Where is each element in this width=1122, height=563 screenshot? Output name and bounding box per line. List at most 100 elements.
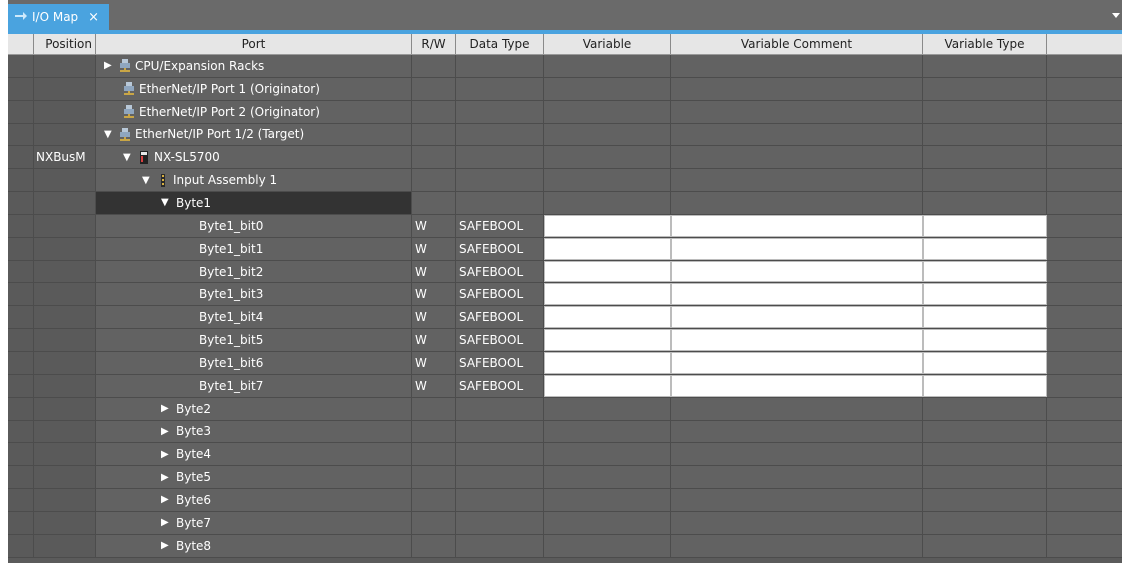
port-cell[interactable]: EtherNet/IP Port 1 (Originator) xyxy=(96,77,412,100)
row-selector[interactable] xyxy=(8,443,34,466)
variable-type-input[interactable] xyxy=(923,214,1047,237)
row-selector[interactable] xyxy=(8,489,34,511)
expand-arrow-icon[interactable]: ▶ xyxy=(104,60,113,71)
tab-list-dropdown-icon[interactable] xyxy=(1112,13,1120,18)
table-row[interactable]: ▶ Byte8 xyxy=(8,534,1122,558)
table-row[interactable]: ▶ Byte3 xyxy=(8,420,1122,444)
table-row[interactable]: ▶ Byte7 xyxy=(8,511,1122,535)
table-row[interactable]: ▶ Byte6 xyxy=(8,489,1122,512)
row-selector[interactable] xyxy=(8,534,34,557)
table-row[interactable]: Byte1_bit7 W SAFEBOOL xyxy=(8,374,1122,398)
header-data-type[interactable]: Data Type xyxy=(456,34,544,54)
variable-type-input[interactable] xyxy=(923,351,1047,374)
expand-arrow-icon[interactable]: ▶ xyxy=(161,494,170,505)
row-selector[interactable] xyxy=(8,77,34,100)
collapse-arrow-icon[interactable]: ▼ xyxy=(123,152,132,163)
expand-arrow-icon[interactable]: ▶ xyxy=(161,540,170,551)
variable-input[interactable] xyxy=(544,260,671,283)
port-cell[interactable]: ▶ Byte7 xyxy=(96,511,412,534)
variable-input[interactable] xyxy=(544,374,671,397)
variable-input[interactable] xyxy=(544,283,671,306)
row-selector[interactable] xyxy=(8,466,34,489)
row-selector[interactable] xyxy=(8,146,34,169)
variable-input[interactable] xyxy=(544,351,671,374)
variable-comment-input[interactable] xyxy=(671,283,923,306)
table-row[interactable]: ▶ CPU/Expansion Racks xyxy=(8,55,1122,78)
variable-input[interactable] xyxy=(544,214,671,237)
header-variable[interactable]: Variable xyxy=(544,34,671,54)
row-selector[interactable] xyxy=(8,283,34,306)
row-selector[interactable] xyxy=(8,55,34,77)
header-port[interactable]: Port xyxy=(96,34,412,54)
port-cell[interactable]: ▼ Byte1 xyxy=(96,192,412,214)
table-row[interactable]: ▼ Input Assembly 1 xyxy=(8,169,1122,193)
variable-comment-input[interactable] xyxy=(671,374,923,397)
variable-type-input[interactable] xyxy=(923,329,1047,351)
port-cell[interactable]: ▼ EtherNet/IP Port 1/2 (Target) xyxy=(96,123,412,146)
port-cell[interactable]: ▶ Byte2 xyxy=(96,397,412,420)
collapse-arrow-icon[interactable]: ▼ xyxy=(142,175,151,186)
table-row[interactable]: ▶ Byte5 xyxy=(8,466,1122,490)
close-icon[interactable]: × xyxy=(88,10,99,25)
table-row[interactable]: ▶ Byte4 xyxy=(8,443,1122,467)
row-selector[interactable] xyxy=(8,100,34,123)
expand-arrow-icon[interactable]: ▶ xyxy=(161,426,170,437)
variable-type-input[interactable] xyxy=(923,306,1047,329)
port-cell[interactable]: ▶ Byte4 xyxy=(96,443,412,466)
port-cell[interactable]: Byte1_bit4 xyxy=(96,306,412,329)
port-cell[interactable]: ▶ Byte8 xyxy=(96,534,412,557)
table-row[interactable]: EtherNet/IP Port 1 (Originator) xyxy=(8,77,1122,101)
port-cell[interactable]: ▶ Byte6 xyxy=(96,489,412,511)
variable-input[interactable] xyxy=(544,306,671,329)
row-selector[interactable] xyxy=(8,374,34,397)
variable-comment-input[interactable] xyxy=(671,306,923,329)
variable-comment-input[interactable] xyxy=(671,214,923,237)
port-cell[interactable]: Byte1_bit6 xyxy=(96,351,412,374)
table-row[interactable]: Byte1_bit5 W SAFEBOOL xyxy=(8,329,1122,352)
expand-arrow-icon[interactable]: ▶ xyxy=(161,472,170,483)
variable-comment-input[interactable] xyxy=(671,351,923,374)
row-selector[interactable] xyxy=(8,329,34,351)
port-cell[interactable]: Byte1_bit0 xyxy=(96,214,412,237)
port-cell[interactable]: Byte1_bit3 xyxy=(96,283,412,306)
collapse-arrow-icon[interactable]: ▼ xyxy=(161,197,170,208)
port-cell[interactable]: ▼ NX-SL5700 xyxy=(96,146,412,169)
table-row[interactable]: Byte1_bit3 W SAFEBOOL xyxy=(8,283,1122,307)
table-row[interactable]: NXBusM ▼ NX-SL5700 xyxy=(8,146,1122,170)
variable-input[interactable] xyxy=(544,237,671,260)
row-selector[interactable] xyxy=(8,306,34,329)
header-variable-comment[interactable]: Variable Comment xyxy=(671,34,923,54)
header-variable-type[interactable]: Variable Type xyxy=(923,34,1047,54)
variable-type-input[interactable] xyxy=(923,374,1047,397)
variable-type-input[interactable] xyxy=(923,237,1047,260)
port-cell[interactable]: Byte1_bit7 xyxy=(96,374,412,397)
variable-input[interactable] xyxy=(544,329,671,351)
expand-arrow-icon[interactable]: ▶ xyxy=(161,517,170,528)
row-selector[interactable] xyxy=(8,511,34,534)
table-row[interactable]: Byte1_bit4 W SAFEBOOL xyxy=(8,306,1122,330)
variable-type-input[interactable] xyxy=(923,260,1047,283)
port-cell[interactable]: ▶ Byte3 xyxy=(96,420,412,443)
table-row[interactable]: ▼ EtherNet/IP Port 1/2 (Target) xyxy=(8,123,1122,147)
row-selector[interactable] xyxy=(8,237,34,260)
port-cell[interactable]: Byte1_bit2 xyxy=(96,260,412,283)
tab-io-map[interactable]: I/O Map × xyxy=(8,4,110,30)
table-row[interactable]: ▶ Byte2 xyxy=(8,397,1122,421)
header-position[interactable]: Position xyxy=(34,34,96,54)
row-selector[interactable] xyxy=(8,214,34,237)
row-selector[interactable] xyxy=(8,123,34,146)
table-row[interactable]: Byte1_bit1 W SAFEBOOL xyxy=(8,237,1122,261)
variable-comment-input[interactable] xyxy=(671,260,923,283)
row-selector[interactable] xyxy=(8,351,34,374)
port-cell[interactable]: Byte1_bit1 xyxy=(96,237,412,260)
row-selector[interactable] xyxy=(8,397,34,420)
collapse-arrow-icon[interactable]: ▼ xyxy=(104,129,113,140)
port-cell[interactable]: Byte1_bit5 xyxy=(96,329,412,351)
row-selector[interactable] xyxy=(8,260,34,283)
variable-comment-input[interactable] xyxy=(671,329,923,351)
port-cell[interactable]: ▶ CPU/Expansion Racks xyxy=(96,55,412,77)
expand-arrow-icon[interactable]: ▶ xyxy=(161,403,170,414)
table-row[interactable]: ▼ Byte1 xyxy=(8,192,1122,215)
port-cell[interactable]: ▼ Input Assembly 1 xyxy=(96,169,412,192)
table-row[interactable]: Byte1_bit0 W SAFEBOOL xyxy=(8,214,1122,238)
